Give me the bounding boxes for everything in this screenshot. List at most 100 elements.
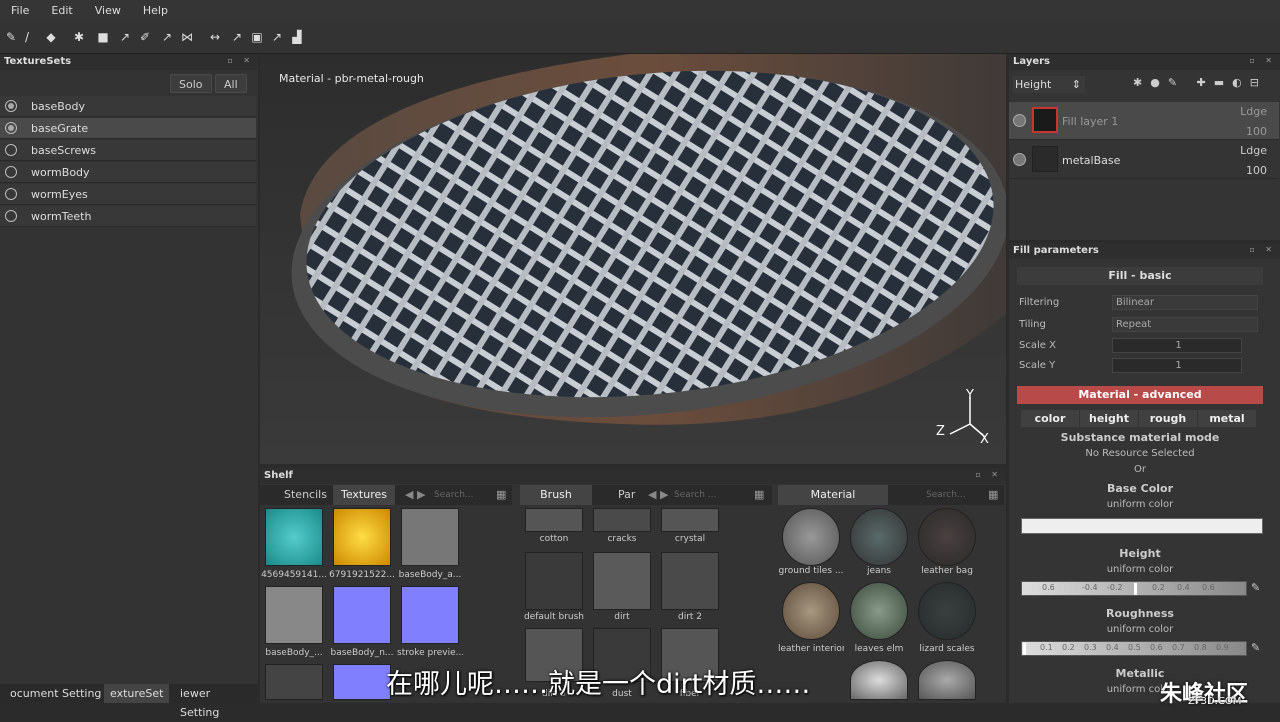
brush-search-input[interactable]: Search ... (666, 485, 724, 505)
textureset-row[interactable]: baseScrews (0, 140, 256, 161)
edit-pencil-icon[interactable]: ✎ (1251, 581, 1260, 594)
textureset-row[interactable]: baseBody (0, 96, 256, 117)
texture-search-input[interactable]: Search... (426, 485, 482, 505)
material-thumb[interactable] (918, 582, 976, 640)
tick-label: 0.2 (1152, 583, 1165, 592)
roughness-slider[interactable]: 0.1 0.2 0.3 0.4 0.5 0.6 0.7 0.8 0.9 (1021, 641, 1247, 656)
textureset-row[interactable]: wormEyes (0, 184, 256, 205)
textureset-row[interactable]: baseGrate (0, 118, 256, 139)
texture-thumb[interactable] (333, 664, 391, 700)
scaley-input[interactable]: 1 (1112, 358, 1242, 373)
symmetry-icon[interactable]: ⋈ (180, 30, 194, 44)
grid-view-icon[interactable]: ▦ (488, 485, 514, 505)
tiling-dropdown[interactable]: Repeat (1112, 317, 1258, 332)
brush-thumb[interactable] (661, 508, 719, 532)
eraser-icon[interactable]: ◆ (44, 30, 58, 44)
solo-button[interactable]: Solo (170, 74, 212, 93)
material-thumb[interactable] (918, 660, 976, 700)
tab-stencils[interactable]: Stencils (276, 485, 335, 505)
all-button[interactable]: All (215, 74, 247, 93)
chip-height[interactable]: height (1080, 410, 1138, 427)
geometry-icon[interactable]: ↗ (118, 30, 132, 44)
chip-rough[interactable]: rough (1139, 410, 1197, 427)
texture-thumb[interactable] (265, 664, 323, 700)
layer-row[interactable]: Fill layer 1 Ldge 100 (1009, 102, 1279, 140)
channel-dropdown[interactable]: Height ⇕ (1013, 76, 1085, 93)
material-thumb[interactable] (850, 660, 908, 700)
thumb-label: dirt 2 (677, 612, 703, 622)
panel-controls-icon[interactable]: ▫ ✕ (975, 470, 1002, 479)
height-slider[interactable]: 0.6 -0.4 -0.2 0.2 0.4 0.6 (1021, 581, 1247, 596)
texture-thumb[interactable] (265, 586, 323, 644)
filtering-dropdown[interactable]: Bilinear (1112, 295, 1258, 310)
edit-pencil-icon[interactable]: ✎ (1251, 641, 1260, 654)
chip-metal[interactable]: metal (1198, 410, 1256, 427)
material-thumb[interactable] (850, 508, 908, 566)
brush-thumb[interactable] (661, 552, 719, 610)
material-advanced-header[interactable]: Material - advanced (1017, 386, 1263, 404)
material-thumb[interactable] (850, 582, 908, 640)
panel-controls-icon[interactable]: ▫ ✕ (1249, 56, 1276, 65)
tab-textureset[interactable]: extureSet (104, 684, 170, 703)
tab-material[interactable]: Material (778, 485, 888, 505)
scalex-input[interactable]: 1 (1112, 338, 1242, 353)
paint-brush-icon[interactable]: ✎ (4, 30, 18, 44)
tab-viewer-settings[interactable]: iewer Setting (174, 684, 258, 719)
projection-icon[interactable]: ✱ (72, 30, 86, 44)
camera-icon[interactable]: ▟ (290, 30, 304, 44)
tab-particles[interactable]: Par (610, 485, 643, 505)
texture-thumb[interactable] (401, 586, 459, 644)
material-thumb[interactable] (782, 508, 840, 566)
grid-view-icon[interactable]: ▦ (980, 485, 1006, 505)
slider-handle[interactable] (1134, 583, 1137, 595)
brush-thumb[interactable] (525, 508, 583, 532)
fill-basic-header[interactable]: Fill - basic (1017, 267, 1263, 285)
render-icon[interactable]: ▣ (250, 30, 264, 44)
texture-thumb[interactable] (333, 508, 391, 566)
layer-row[interactable]: metalBase Ldge 100 (1009, 141, 1279, 179)
mirror-icon[interactable]: ↔ (208, 30, 222, 44)
chip-color[interactable]: color (1021, 410, 1079, 427)
eye-icon[interactable] (1013, 153, 1026, 166)
menu-file[interactable]: File (0, 4, 40, 17)
tab-document-settings[interactable]: ocument Setting (4, 684, 107, 703)
texture-thumb[interactable] (265, 508, 323, 566)
radio-icon[interactable] (5, 144, 17, 156)
menu-help[interactable]: Help (132, 4, 179, 17)
texture-thumb[interactable] (333, 586, 391, 644)
radio-icon[interactable] (5, 210, 17, 222)
slider-handle[interactable] (1023, 643, 1026, 655)
tab-brush[interactable]: Brush (520, 485, 592, 505)
base-color-swatch[interactable] (1021, 518, 1263, 534)
clone-icon[interactable]: ↗ (160, 30, 174, 44)
radio-icon[interactable] (5, 188, 17, 200)
share-icon[interactable]: ↗ (270, 30, 284, 44)
menu-edit[interactable]: Edit (40, 4, 83, 17)
eye-icon[interactable] (1013, 114, 1026, 127)
panel-controls-icon[interactable]: ▫ ✕ (1249, 245, 1276, 254)
3d-viewport[interactable]: Material - pbr-metal-rough Y X Z (260, 54, 1006, 464)
brush-thumb[interactable] (593, 552, 651, 610)
menu-view[interactable]: View (84, 4, 132, 17)
radio-icon[interactable] (5, 166, 17, 178)
no-resource-label[interactable]: No Resource Selected (1017, 448, 1263, 459)
fill-icon[interactable]: ■ (96, 30, 110, 44)
panel-controls-icon[interactable]: ▫ ✕ (227, 56, 254, 65)
brush-thumb[interactable] (525, 552, 583, 610)
picker-icon[interactable]: ✐ (138, 30, 152, 44)
texture-thumb[interactable] (401, 508, 459, 566)
layer-tools-icon[interactable]: ✱●✎ ✚▬◐⊟ (1133, 76, 1267, 89)
grid-view-icon[interactable]: ▦ (746, 485, 772, 505)
brush-thumb[interactable] (593, 508, 651, 532)
radio-icon[interactable] (5, 122, 17, 134)
radio-icon[interactable] (5, 100, 17, 112)
material-thumb[interactable] (782, 582, 840, 640)
textureset-row[interactable]: wormTeeth (0, 206, 256, 227)
textureset-row[interactable]: wormBody (0, 162, 256, 183)
brush-icon[interactable]: / (20, 30, 34, 44)
tick-label: 0.6 (1202, 583, 1215, 592)
tab-textures[interactable]: Textures (333, 485, 395, 505)
export-icon[interactable]: ↗ (230, 30, 244, 44)
material-thumb[interactable] (918, 508, 976, 566)
material-search-input[interactable]: Search... (918, 485, 974, 505)
